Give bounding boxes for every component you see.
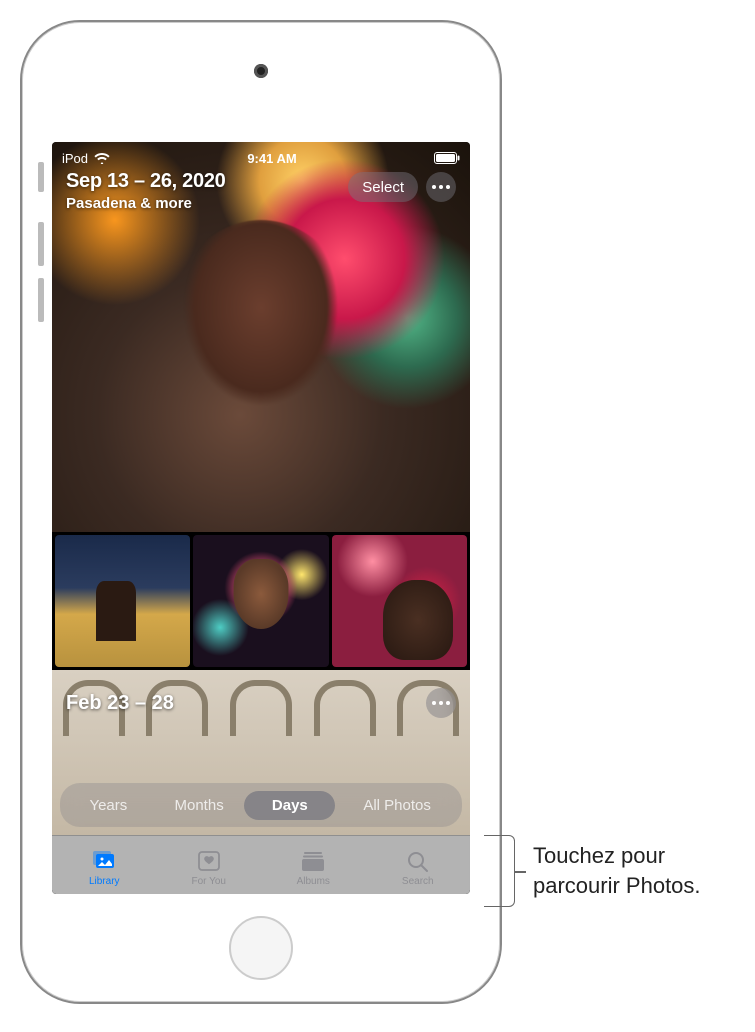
- date-range-title: Sep 13 – 26, 2020: [66, 170, 225, 193]
- featured-photo: [161, 220, 361, 470]
- more-button[interactable]: [426, 172, 456, 202]
- status-time: 9:41 AM: [247, 151, 296, 166]
- callout-line1: Touchez pour: [533, 843, 665, 868]
- location-subtitle: Pasadena & more: [66, 195, 225, 212]
- thumbnail-photo[interactable]: [332, 535, 467, 667]
- albums-icon: [299, 847, 327, 875]
- battery-icon: [434, 152, 460, 164]
- screen: iPod 9:41 AM Sep 13 – 26, 2020 Pasad: [52, 142, 470, 894]
- device-frame: iPod 9:41 AM Sep 13 – 26, 2020 Pasad: [20, 20, 502, 1004]
- second-date-section[interactable]: Feb 23 – 28 Years Months Days All Photos: [52, 670, 470, 835]
- segment-all-photos[interactable]: All Photos: [335, 791, 459, 820]
- thumbnail-photo[interactable]: [193, 535, 328, 667]
- front-camera: [254, 64, 268, 78]
- more-icon: [432, 185, 450, 189]
- tab-label: Search: [402, 876, 434, 887]
- library-icon: [90, 847, 118, 875]
- section-date-title: Feb 23 – 28: [66, 692, 174, 715]
- more-button[interactable]: [426, 688, 456, 718]
- volume-down-button: [38, 278, 44, 322]
- callout-annotation: Touchez pour parcourir Photos.: [484, 835, 701, 907]
- status-carrier: iPod: [62, 151, 88, 166]
- segment-months[interactable]: Months: [154, 791, 245, 820]
- tab-for-you[interactable]: For You: [157, 836, 262, 894]
- tab-label: For You: [192, 876, 226, 887]
- power-button: [38, 162, 44, 192]
- tab-label: Albums: [297, 876, 330, 887]
- tab-search[interactable]: Search: [366, 836, 471, 894]
- view-segmented-control: Years Months Days All Photos: [60, 783, 462, 827]
- wifi-icon: [94, 152, 110, 164]
- segment-years[interactable]: Years: [63, 791, 154, 820]
- home-button[interactable]: [229, 916, 293, 980]
- content-area[interactable]: Sep 13 – 26, 2020 Pasadena & more Select: [52, 142, 470, 835]
- tab-label: Library: [89, 876, 120, 887]
- volume-up-button: [38, 222, 44, 266]
- tab-albums[interactable]: Albums: [261, 836, 366, 894]
- tab-library[interactable]: Library: [52, 836, 157, 894]
- thumbnail-photo[interactable]: [55, 535, 190, 667]
- hero-titles: Sep 13 – 26, 2020 Pasadena & more: [66, 170, 225, 212]
- featured-photo-section[interactable]: Sep 13 – 26, 2020 Pasadena & more Select: [52, 142, 470, 532]
- callout-bracket-icon: [484, 835, 515, 907]
- callout-line2: parcourir Photos.: [533, 873, 701, 898]
- search-icon: [404, 847, 432, 875]
- thumbnail-row: [52, 532, 470, 670]
- status-bar: iPod 9:41 AM: [52, 142, 470, 170]
- segment-days[interactable]: Days: [244, 791, 335, 820]
- select-button[interactable]: Select: [348, 172, 418, 202]
- for-you-icon: [195, 847, 223, 875]
- callout-text: Touchez pour parcourir Photos.: [533, 841, 701, 900]
- tab-bar: Library For You Albums Search: [52, 835, 470, 894]
- more-icon: [432, 701, 450, 705]
